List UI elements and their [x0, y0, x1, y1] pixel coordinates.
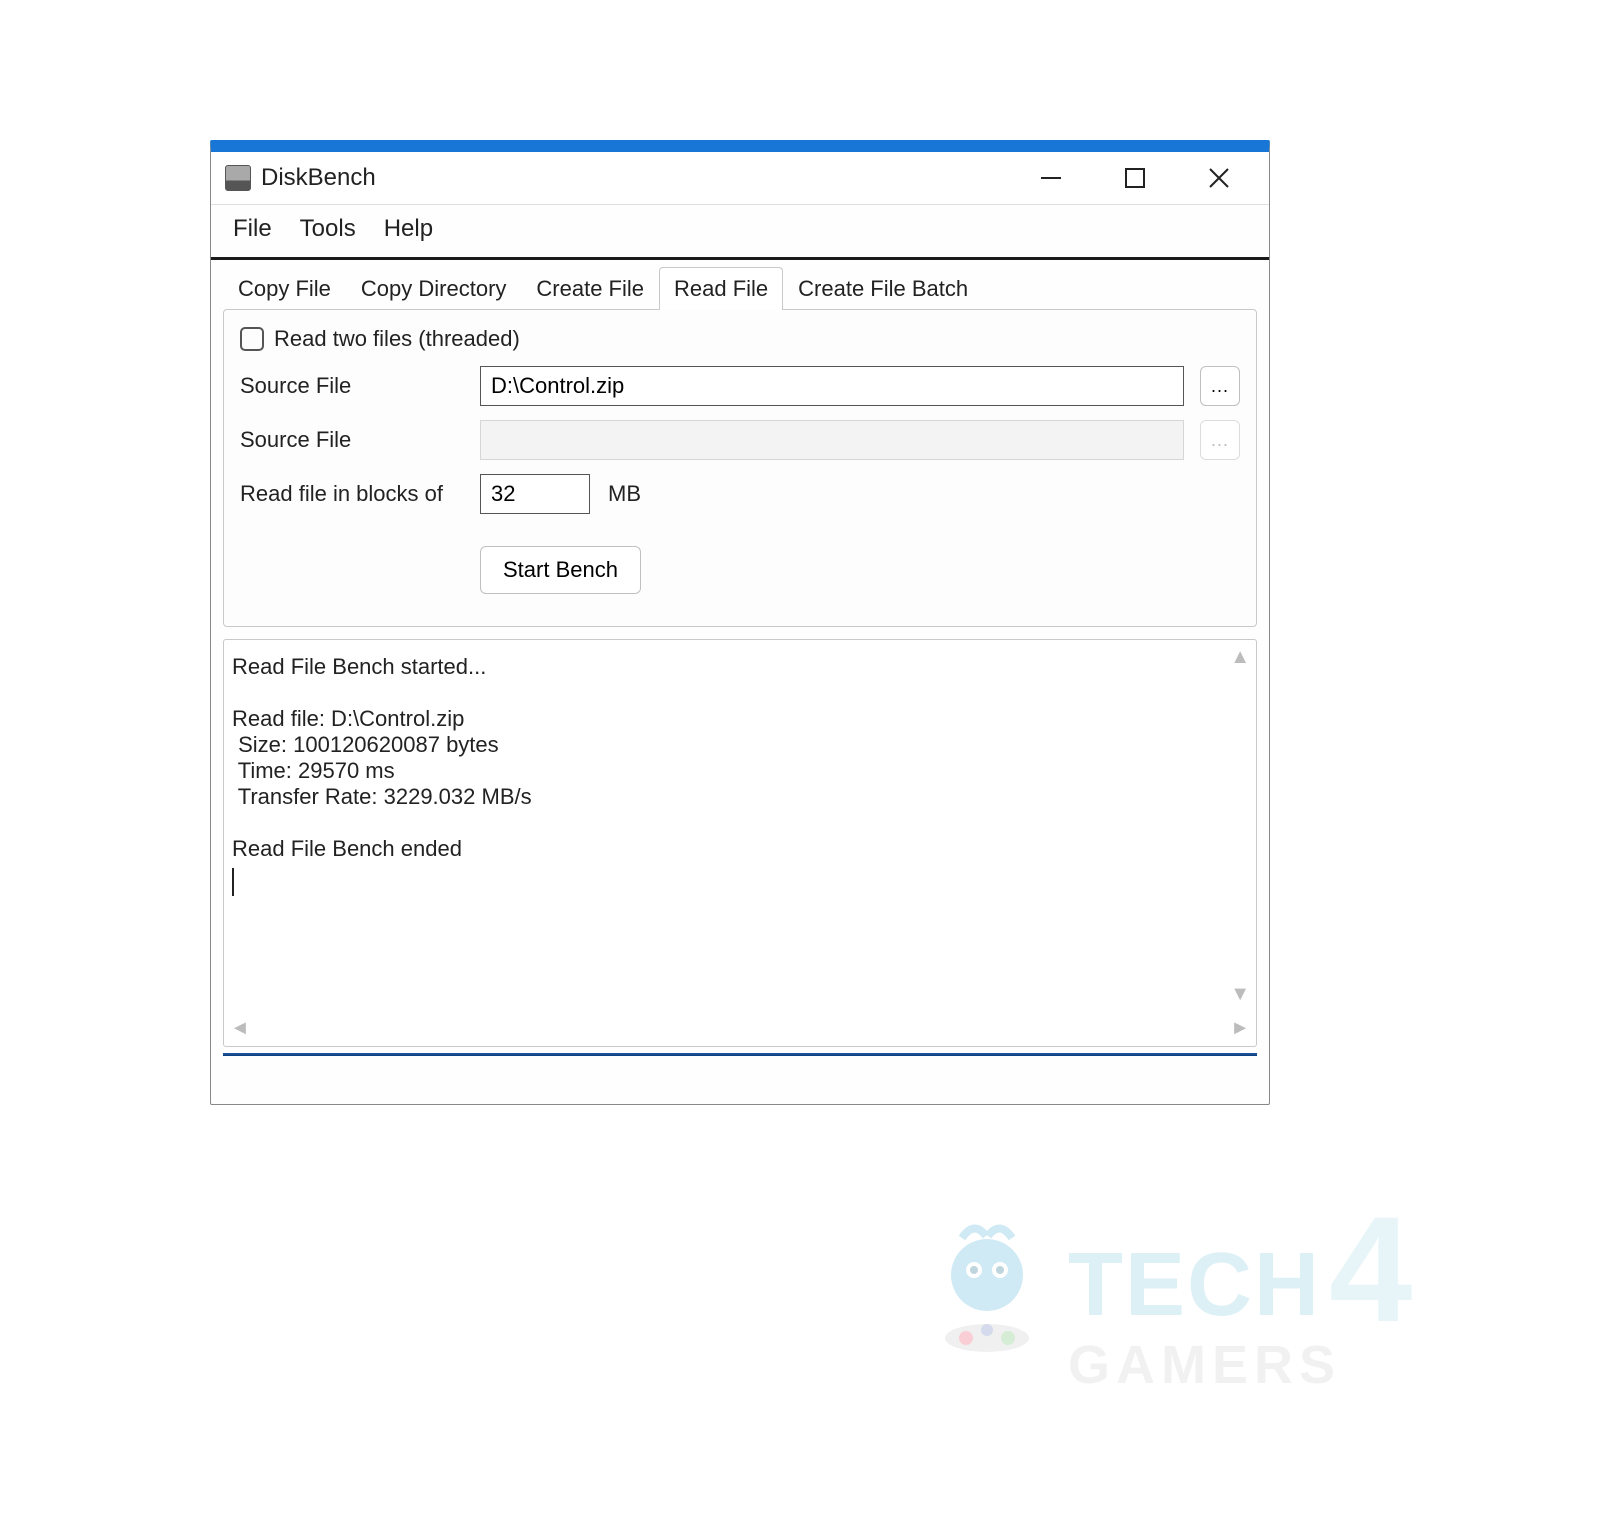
tabstrip: Copy File Copy Directory Create File Rea… [211, 260, 1269, 309]
text-caret [232, 868, 234, 896]
scroll-down-button[interactable]: ▼ [1230, 983, 1250, 1006]
app-icon [225, 165, 251, 191]
ellipsis-icon: ... [1211, 430, 1229, 451]
read-file-panel: Read two files (threaded) Source File ..… [223, 309, 1257, 627]
tab-create-file[interactable]: Create File [521, 267, 659, 310]
menubar: File Tools Help [211, 205, 1269, 260]
menu-file[interactable]: File [233, 215, 272, 243]
scroll-up-button[interactable]: ▲ [1230, 646, 1250, 669]
watermark-tech: TECH [1068, 1235, 1321, 1335]
block-size-input[interactable] [480, 474, 590, 514]
start-bench-button[interactable]: Start Bench [480, 546, 641, 594]
output-area: Read File Bench started... Read file: D:… [223, 639, 1257, 1047]
watermark-four: 4 [1329, 1194, 1412, 1344]
log-line: Size: 100120620087 bytes [232, 732, 499, 757]
window-title: DiskBench [261, 164, 1033, 192]
mascot-icon [922, 1220, 1052, 1360]
source-file-1-label: Source File [240, 373, 480, 399]
menu-tools[interactable]: Tools [300, 215, 356, 243]
threaded-checkbox[interactable] [240, 327, 264, 351]
log-line: Transfer Rate: 3229.032 MB/s [232, 784, 532, 809]
log-line: Read file: D:\Control.zip [232, 706, 464, 731]
browse-source-1-button[interactable]: ... [1200, 366, 1240, 406]
close-button[interactable] [1201, 160, 1237, 196]
app-window: DiskBench File Tools Help Copy File Copy… [210, 140, 1270, 1105]
output-log[interactable]: Read File Bench started... Read file: D:… [224, 640, 1256, 1000]
menu-help[interactable]: Help [384, 215, 433, 243]
block-size-unit: MB [608, 481, 641, 507]
minimize-icon [1038, 165, 1064, 191]
log-line: Read File Bench started... [232, 654, 486, 679]
tab-copy-directory[interactable]: Copy Directory [346, 267, 521, 310]
minimize-button[interactable] [1033, 160, 1069, 196]
tab-copy-file[interactable]: Copy File [223, 267, 346, 310]
blocks-label: Read file in blocks of [240, 481, 480, 507]
close-icon [1207, 166, 1231, 190]
tab-read-file[interactable]: Read File [659, 267, 783, 310]
source-file-2-input [480, 420, 1184, 460]
scroll-left-icon: ◄ [230, 1017, 250, 1040]
titlebar: DiskBench [211, 152, 1269, 205]
window-controls [1033, 160, 1261, 196]
threaded-checkbox-label: Read two files (threaded) [274, 326, 520, 352]
source-file-2-label: Source File [240, 427, 480, 453]
log-line: Time: 29570 ms [232, 758, 395, 783]
scroll-right-icon: ► [1230, 1017, 1250, 1040]
maximize-button[interactable] [1117, 160, 1153, 196]
horizontal-scrollbar[interactable]: ◄ ► [230, 1016, 1250, 1040]
watermark-logo: TECH4 GAMERS [922, 1200, 1562, 1380]
ellipsis-icon: ... [1211, 376, 1229, 397]
browse-source-2-button: ... [1200, 420, 1240, 460]
source-file-1-input[interactable] [480, 366, 1184, 406]
log-line: Read File Bench ended [232, 836, 462, 861]
tab-create-file-batch[interactable]: Create File Batch [783, 267, 983, 310]
maximize-icon [1124, 167, 1146, 189]
